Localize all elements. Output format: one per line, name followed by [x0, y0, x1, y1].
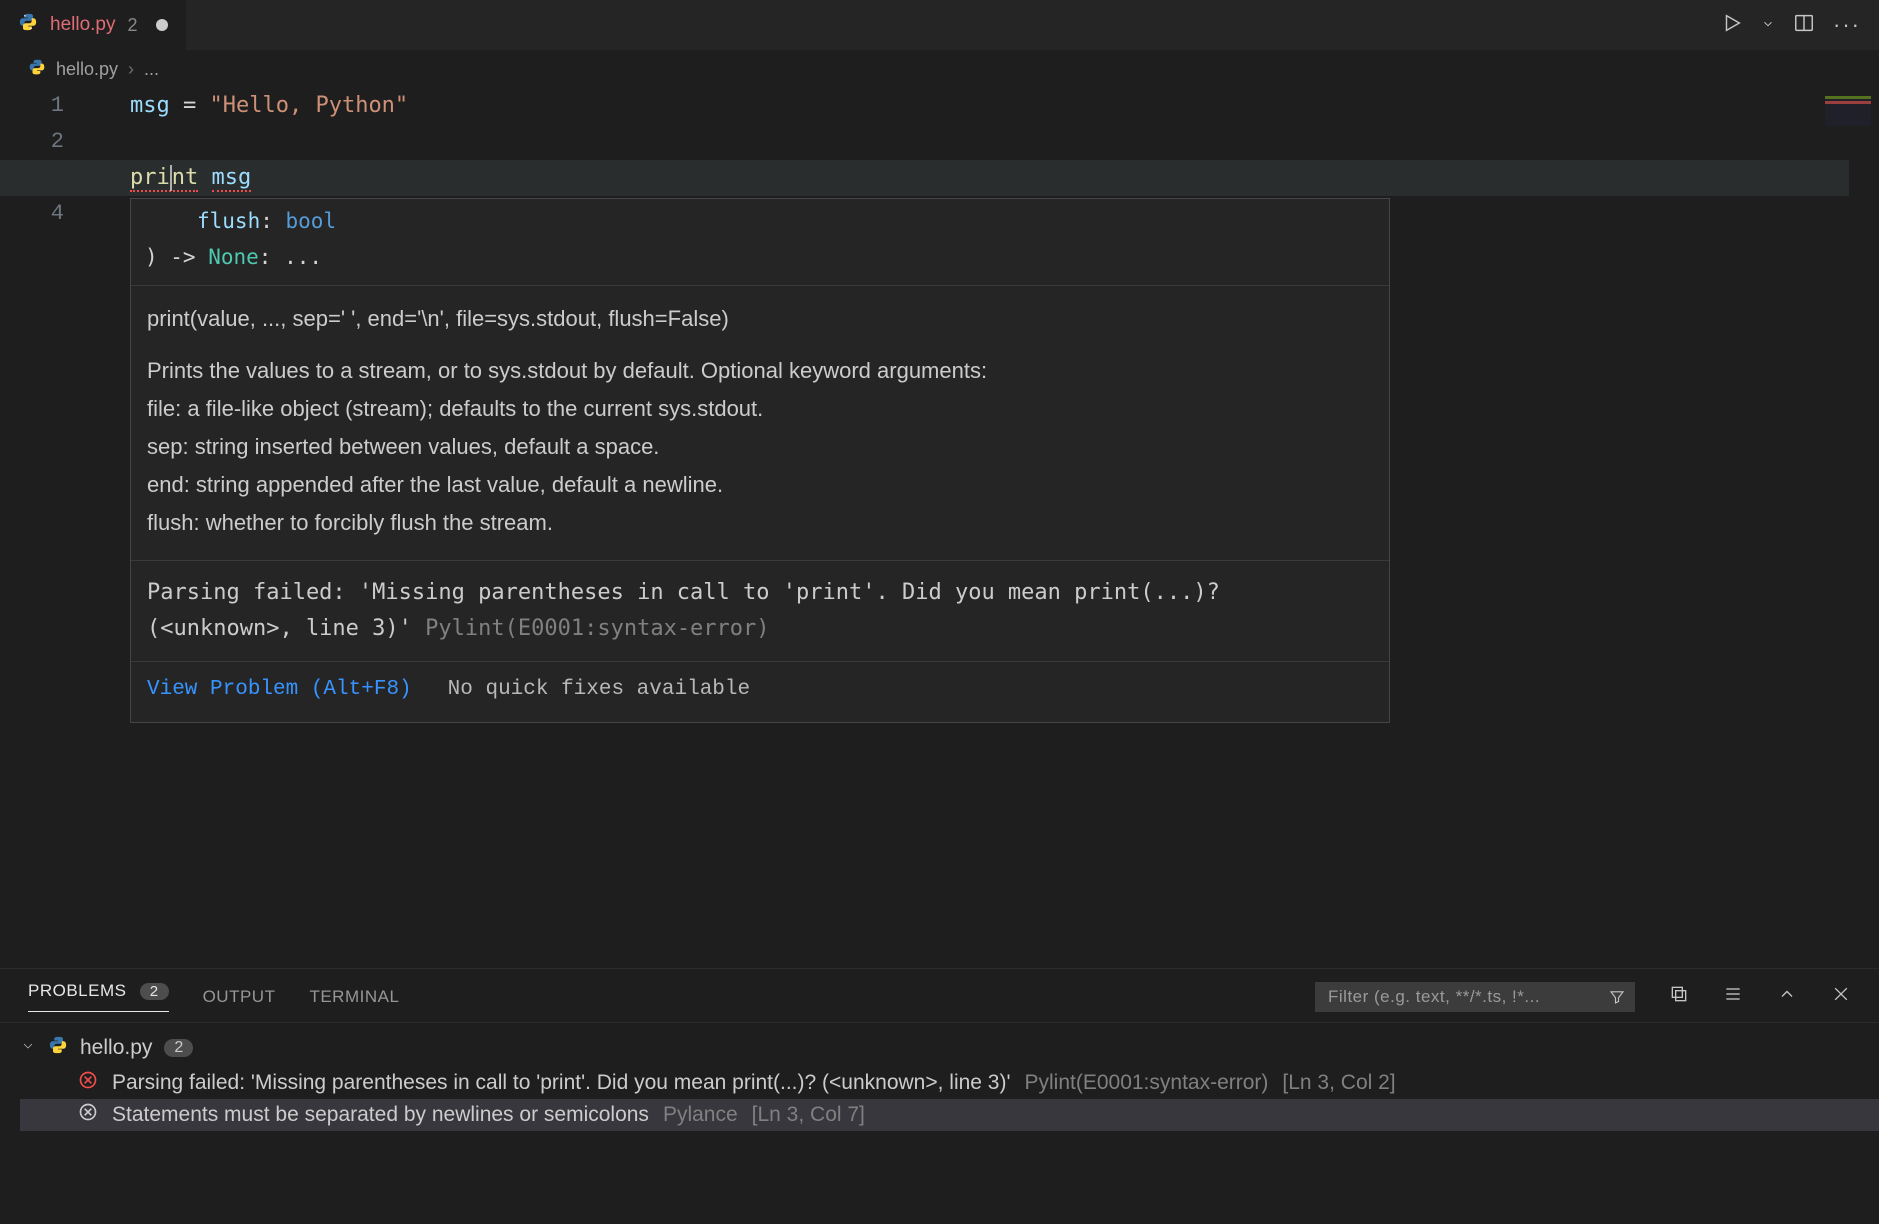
problems-list: hello.py 2 Parsing failed: 'Missing pare… — [0, 1023, 1879, 1131]
run-icon[interactable] — [1721, 12, 1743, 39]
sig-return-arrow: ) -> — [145, 245, 208, 269]
token-variable: msg — [130, 93, 170, 118]
python-icon — [18, 12, 38, 38]
hover-footer: View Problem (Alt+F8) No quick fixes ava… — [131, 661, 1389, 722]
dirty-indicator-icon — [156, 19, 168, 31]
problem-message: Parsing failed: 'Missing parentheses in … — [112, 1071, 1010, 1095]
twistie-down-icon[interactable] — [20, 1036, 36, 1060]
problems-count-badge: 2 — [140, 983, 169, 1000]
editor-tab-hello[interactable]: hello.py 2 — [0, 0, 186, 50]
view-problem-link[interactable]: View Problem (Alt+F8) — [147, 672, 412, 708]
token-variable-error: msg — [212, 165, 252, 192]
problem-item[interactable]: Parsing failed: 'Missing parentheses in … — [20, 1067, 1879, 1099]
panel-chevron-up-icon[interactable] — [1777, 984, 1797, 1009]
doc-line: flush: whether to forcibly flush the str… — [147, 504, 1373, 542]
hover-error: Parsing failed: 'Missing parentheses in … — [131, 560, 1389, 661]
error-icon — [78, 1070, 98, 1096]
tab-bar: hello.py 2 ··· — [0, 0, 1879, 50]
error-outline-icon — [78, 1102, 98, 1128]
breadcrumb-file: hello.py — [56, 59, 118, 80]
problems-file-count: 2 — [164, 1039, 193, 1057]
view-as-tree-icon[interactable] — [1723, 984, 1743, 1009]
code-content[interactable]: msg = "Hello, Python" print msg — [130, 88, 1849, 196]
problems-file-name: hello.py — [80, 1036, 152, 1060]
line-number: 1 — [0, 88, 64, 124]
param-type: bool — [286, 209, 337, 233]
doc-line: Prints the values to a stream, or to sys… — [147, 352, 1373, 390]
doc-line: sep: string inserted between values, def… — [147, 428, 1373, 466]
panel-close-icon[interactable] — [1831, 984, 1851, 1009]
split-editor-icon[interactable] — [1793, 12, 1815, 39]
problem-source: Pylance — [663, 1103, 738, 1127]
bottom-panel: PROBLEMS 2 OUTPUT TERMINAL Filter (e.g. … — [0, 968, 1879, 1224]
run-dropdown-icon[interactable] — [1761, 15, 1775, 36]
more-actions-icon[interactable]: ··· — [1833, 12, 1861, 38]
hover-signature: flush: bool ) -> None: ... — [131, 199, 1389, 285]
minimap[interactable] — [1825, 96, 1871, 126]
error-source: Pylint(E0001:syntax-error) — [425, 616, 769, 641]
tab-problem-count: 2 — [128, 15, 138, 36]
filter-icon — [1608, 988, 1626, 1006]
line-number: 4 — [0, 196, 64, 232]
hover-widget: flush: bool ) -> None: ... print(value, … — [130, 198, 1390, 723]
filter-placeholder: Filter (e.g. text, **/*.ts, !*... — [1328, 987, 1540, 1006]
hover-documentation: print(value, ..., sep=' ', end='\n', fil… — [131, 285, 1389, 560]
panel-tab-terminal[interactable]: TERMINAL — [309, 987, 399, 1007]
token-space — [198, 165, 211, 190]
tab-actions: ··· — [1721, 12, 1879, 39]
tab-label: PROBLEMS — [28, 981, 126, 1000]
panel-tab-problems[interactable]: PROBLEMS 2 — [28, 981, 169, 1012]
sig-return-type: None — [208, 245, 259, 269]
tab-filename: hello.py — [50, 14, 116, 36]
no-quick-fix-label: No quick fixes available — [448, 672, 750, 708]
token-string: "Hello, Python" — [210, 93, 409, 118]
doc-signature: print(value, ..., sep=' ', end='\n', fil… — [147, 300, 1373, 338]
doc-line: end: string appended after the last valu… — [147, 466, 1373, 504]
sig-tail: : ... — [259, 245, 322, 269]
problems-filter-input[interactable]: Filter (e.g. text, **/*.ts, !*... — [1315, 982, 1635, 1012]
problem-item[interactable]: Statements must be separated by newlines… — [20, 1099, 1879, 1131]
line-number: 2 — [0, 124, 64, 160]
problems-file-row[interactable]: hello.py 2 — [20, 1029, 1879, 1067]
token-function-error: print — [130, 165, 198, 192]
breadcrumb[interactable]: hello.py › ... — [0, 50, 1879, 88]
problem-source: Pylint(E0001:syntax-error) — [1024, 1071, 1268, 1095]
token-operator: = — [170, 93, 210, 118]
doc-line: file: a file-like object (stream); defau… — [147, 390, 1373, 428]
problem-message: Statements must be separated by newlines… — [112, 1103, 649, 1127]
panel-tab-output[interactable]: OUTPUT — [203, 987, 276, 1007]
chevron-right-icon: › — [128, 59, 134, 80]
panel-tab-bar: PROBLEMS 2 OUTPUT TERMINAL Filter (e.g. … — [0, 969, 1879, 1023]
text-cursor — [170, 165, 172, 191]
problem-location: [Ln 3, Col 7] — [752, 1103, 865, 1127]
problem-location: [Ln 3, Col 2] — [1282, 1071, 1395, 1095]
python-icon — [48, 1035, 68, 1061]
collapse-all-icon[interactable] — [1669, 984, 1689, 1009]
code-editor[interactable]: 1 2 3 4 msg = "Hello, Python" print msg … — [0, 88, 1879, 968]
breadcrumb-scope: ... — [144, 59, 159, 80]
param-name: flush — [197, 209, 260, 233]
python-icon — [28, 58, 46, 81]
